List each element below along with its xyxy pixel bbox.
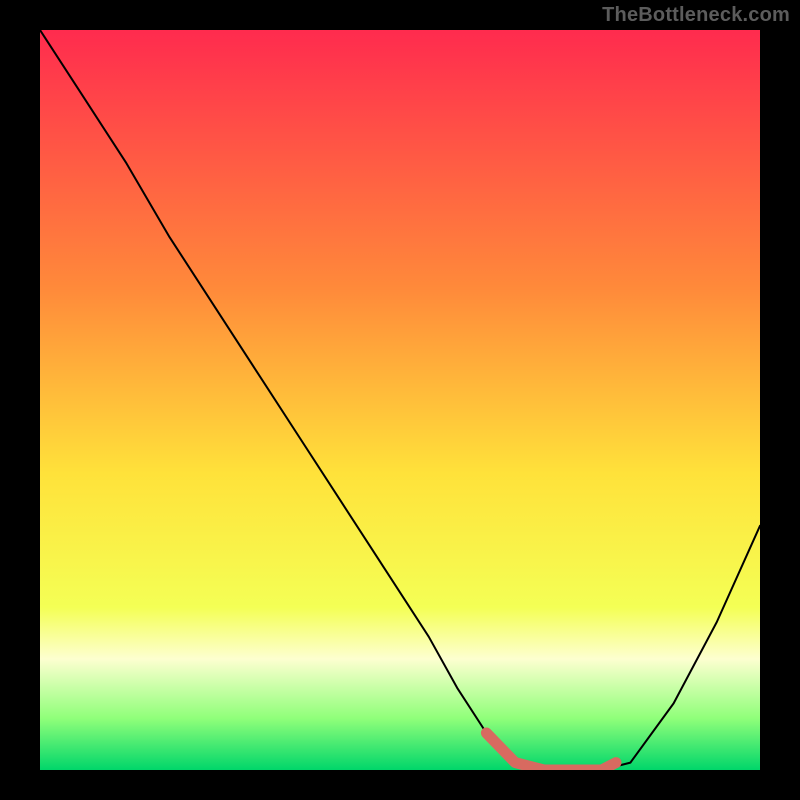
- watermark-label: TheBottleneck.com: [602, 4, 790, 27]
- plot-background: [40, 30, 760, 770]
- chart-container: TheBottleneck.com: [0, 0, 800, 800]
- chart-svg: [0, 0, 800, 800]
